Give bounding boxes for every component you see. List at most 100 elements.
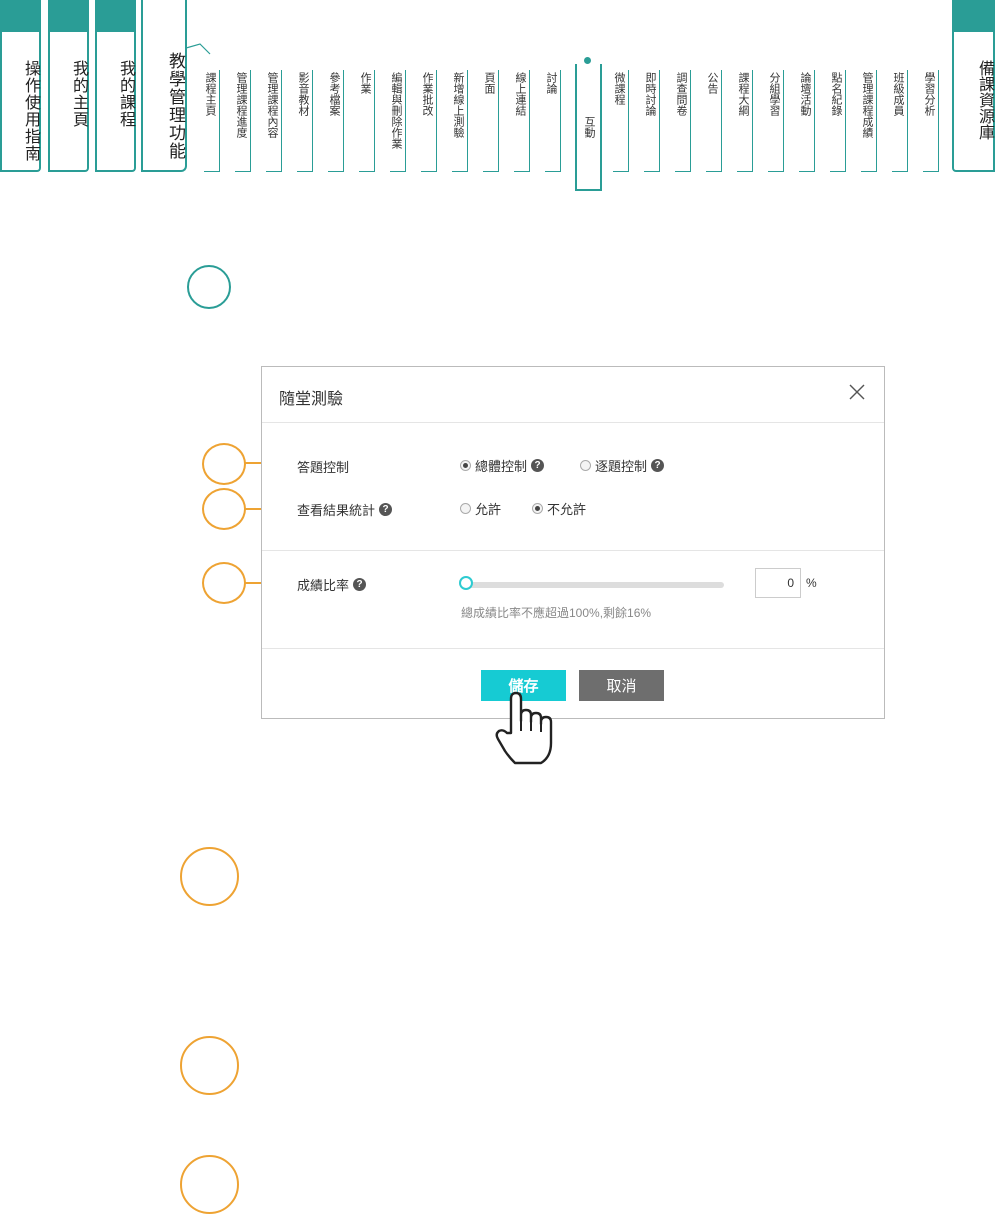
connector-line xyxy=(186,43,211,55)
radio-label: 總體控制 xyxy=(475,459,528,474)
subtab-label: 論壇活動 xyxy=(799,72,811,116)
grade-ratio-hint: 總成績比率不應超過100%,剩餘16% xyxy=(461,606,652,620)
step-circle xyxy=(187,265,231,309)
subtab-label: 微課程 xyxy=(613,72,625,105)
help-icon[interactable]: ? xyxy=(531,459,545,472)
answer-control-label: 答題控制 xyxy=(297,457,349,476)
subtab-item[interactable]: 管理課程進度 xyxy=(235,70,251,172)
subtab-label: 討論 xyxy=(545,72,557,94)
subtab-label: 課程主頁 xyxy=(204,72,216,116)
subtab-label: 學習分析 xyxy=(923,72,935,116)
label-text: 成績比率 xyxy=(297,578,350,593)
step-circle xyxy=(180,1036,239,1095)
subtab-label: 管理課程成績 xyxy=(861,72,873,138)
tab-my-courses[interactable]: 我的課程 xyxy=(95,0,136,172)
grade-ratio-label: 成績比率 ? xyxy=(297,575,367,594)
grade-ratio-slider-track[interactable] xyxy=(466,582,724,588)
subtab-item[interactable]: 班級成員 xyxy=(892,70,908,172)
tab-user-guide[interactable]: 操作使用指南 xyxy=(0,0,41,172)
subtab-label: 作業 xyxy=(359,72,371,94)
radio-dot xyxy=(532,503,543,514)
tab-cap xyxy=(0,0,41,32)
subtab-item[interactable]: 討論 xyxy=(545,70,561,172)
label-text: 答題控制 xyxy=(297,460,350,475)
subtab-item[interactable]: 公告 xyxy=(706,70,722,172)
tab-cap xyxy=(48,0,89,32)
tab-teaching-management[interactable]: 教學管理功能 xyxy=(141,0,187,172)
subtab-label: 班級成員 xyxy=(892,72,904,116)
tab-label: 我的課程 xyxy=(117,60,134,128)
radio-label: 不允許 xyxy=(547,502,587,517)
cancel-button[interactable]: 取消 xyxy=(579,670,664,701)
pointer-hand-icon xyxy=(495,691,553,765)
subtab-item[interactable]: 管理課程成績 xyxy=(861,70,877,172)
subtab-label: 作業批改 xyxy=(421,72,433,116)
quiz-dialog: 隨堂測驗 答題控制 總體控制 ? 逐題控制 ? 查看結果統計 ? 允許 不允許 … xyxy=(261,366,885,719)
subtab-item[interactable]: 學習分析 xyxy=(923,70,939,172)
tab-my-home[interactable]: 我的主頁 xyxy=(48,0,89,172)
subtab-item[interactable]: 微課程 xyxy=(613,70,629,172)
help-icon[interactable]: ? xyxy=(651,459,665,472)
radio-disallow[interactable]: 不允許 xyxy=(532,499,586,518)
subtab-label: 調查問卷 xyxy=(675,72,687,116)
subtab-item[interactable]: 頁面 xyxy=(483,70,499,172)
subtab-label: 課程大綱 xyxy=(737,72,749,116)
subtab-item[interactable]: 管理課程內容 xyxy=(266,70,282,172)
subtab-label: 公告 xyxy=(706,72,718,94)
radio-label: 允許 xyxy=(475,502,502,517)
tab-resource-library[interactable]: 備課資源庫 xyxy=(952,0,995,172)
radio-allow[interactable]: 允許 xyxy=(460,499,501,518)
step-circle xyxy=(202,562,246,604)
subtab-label: 點名紀錄 xyxy=(830,72,842,116)
radio-overall-control[interactable]: 總體控制 ? xyxy=(460,456,545,475)
divider xyxy=(262,648,884,649)
subtab-item[interactable]: 分組學習 xyxy=(768,70,784,172)
radio-dot xyxy=(580,460,591,471)
subtab-label: 頁面 xyxy=(483,72,495,94)
subtab-label: 參考檔案 xyxy=(328,72,340,116)
subtab-item[interactable]: 作業批改 xyxy=(421,70,437,172)
subtab-item[interactable]: 作業 xyxy=(359,70,375,172)
subtab-item[interactable]: 課程主頁 xyxy=(204,70,220,172)
close-icon[interactable] xyxy=(848,383,866,401)
tab-label: 教學管理功能 xyxy=(166,52,185,160)
subtab-label: 影音教材 xyxy=(297,72,309,116)
subtab-label: 線上連結 xyxy=(514,72,526,116)
subtab-label: 即時討論 xyxy=(644,72,656,116)
subtab-label: 互動 xyxy=(583,116,595,138)
result-stats-label: 查看結果統計 ? xyxy=(297,500,393,519)
tab-cap xyxy=(95,0,136,32)
step-circle xyxy=(202,443,246,485)
tab-label: 備課資源庫 xyxy=(976,60,993,140)
step-circle xyxy=(180,1155,239,1214)
grade-ratio-input[interactable] xyxy=(755,568,801,598)
step-circle xyxy=(180,847,239,906)
subtab-item[interactable]: 影音教材 xyxy=(297,70,313,172)
radio-per-question-control[interactable]: 逐題控制 ? xyxy=(580,456,665,475)
help-icon[interactable]: ? xyxy=(353,578,367,591)
subtab-item[interactable]: 互動 xyxy=(575,64,602,191)
divider xyxy=(262,550,884,551)
subtab-item[interactable]: 新增線上測驗 xyxy=(452,70,468,172)
tab-label: 我的主頁 xyxy=(70,60,87,128)
tab-label: 操作使用指南 xyxy=(22,60,39,162)
radio-dot xyxy=(460,460,471,471)
subtab-item[interactable]: 課程大綱 xyxy=(737,70,753,172)
subtab-item[interactable]: 線上連結 xyxy=(514,70,530,172)
divider xyxy=(262,422,884,423)
subtab-item[interactable]: 編輯與刪除作業 xyxy=(390,70,406,172)
subtab-item[interactable]: 即時討論 xyxy=(644,70,660,172)
subtab-label: 管理課程內容 xyxy=(266,72,278,138)
subtab-item[interactable]: 點名紀錄 xyxy=(830,70,846,172)
tab-cap xyxy=(952,0,995,32)
percent-unit: % xyxy=(806,576,817,590)
help-icon[interactable]: ? xyxy=(379,503,393,516)
step-circle xyxy=(202,488,246,530)
active-indicator-dot xyxy=(584,57,591,64)
label-text: 查看結果統計 xyxy=(297,503,376,518)
grade-ratio-slider-handle[interactable] xyxy=(459,576,473,590)
subtab-label: 分組學習 xyxy=(768,72,780,116)
subtab-item[interactable]: 調查問卷 xyxy=(675,70,691,172)
subtab-item[interactable]: 論壇活動 xyxy=(799,70,815,172)
subtab-item[interactable]: 參考檔案 xyxy=(328,70,344,172)
